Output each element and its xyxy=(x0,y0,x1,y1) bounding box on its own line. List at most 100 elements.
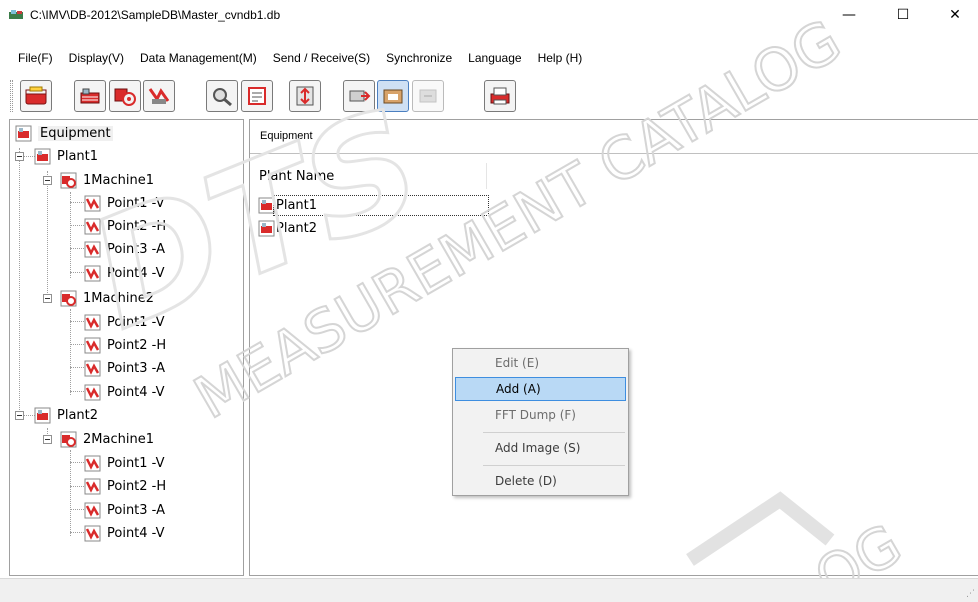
collapse-toggle[interactable] xyxy=(15,152,24,161)
tree-line xyxy=(70,367,84,368)
tree-item-point[interactable]: Point4 -V xyxy=(84,522,165,544)
tree-item-point[interactable]: Point2 -H xyxy=(84,475,166,497)
tree-item-point[interactable]: Point3 -A xyxy=(84,357,165,379)
route-list-button[interactable] xyxy=(241,80,273,112)
tree-item-point[interactable]: Point1 -V xyxy=(84,311,165,333)
tree-item-point[interactable]: Point1 -V xyxy=(84,192,165,214)
list-row-plant2[interactable]: Plant2 xyxy=(258,217,317,239)
tree-item-2machine1[interactable]: 2Machine1 xyxy=(60,428,154,450)
context-menu-add-image[interactable]: Add Image (S) xyxy=(455,436,626,460)
tree-item-point[interactable]: Point3 -A xyxy=(84,499,165,521)
receive-device-icon xyxy=(383,89,403,104)
measurement-point-icon xyxy=(148,88,170,104)
sensor-search-button[interactable] xyxy=(206,80,238,112)
point-icon xyxy=(84,218,101,234)
machine-settings-button[interactable] xyxy=(109,80,141,112)
send-device-button[interactable] xyxy=(343,80,375,112)
maximize-icon: ☐ xyxy=(896,7,910,23)
plant-equipment-icon xyxy=(80,88,100,104)
equipment-tree[interactable]: Equipment Plant1 1Machine1 Point1 -V Poi… xyxy=(9,119,244,576)
menu-language[interactable]: Language xyxy=(460,51,529,65)
tree-item-label: Point4 -V xyxy=(107,265,165,281)
plant-button[interactable] xyxy=(74,80,106,112)
sync-device-icon xyxy=(419,89,437,103)
tree-line xyxy=(70,462,84,463)
receive-device-button[interactable] xyxy=(377,80,409,112)
context-menu-fft-dump[interactable]: FFT Dump (F) xyxy=(455,403,626,427)
print-report-button[interactable] xyxy=(484,80,516,112)
open-database-button[interactable] xyxy=(20,80,52,112)
tree-item-point[interactable]: Point2 -H xyxy=(84,215,166,237)
machine-settings-icon xyxy=(114,88,136,106)
collapse-toggle[interactable] xyxy=(43,294,52,303)
tree-item-1machine1[interactable]: 1Machine1 xyxy=(60,169,154,191)
tree-item-label: Point2 -H xyxy=(107,218,167,234)
tree-line xyxy=(19,148,20,416)
point-icon xyxy=(84,384,101,400)
tree-item-point[interactable]: Point1 -V xyxy=(84,452,165,474)
equipment-header: Equipment xyxy=(250,120,978,154)
point-icon xyxy=(84,360,101,376)
context-menu-edit[interactable]: Edit (E) xyxy=(455,351,626,375)
collapse-toggle[interactable] xyxy=(43,435,52,444)
tree-line xyxy=(70,509,84,510)
status-bar: ⋰ xyxy=(0,578,978,602)
menu-send-receive[interactable]: Send / Receive(S) xyxy=(265,51,378,65)
equipment-header-label: Equipment xyxy=(260,130,313,142)
column-header-plant-name[interactable]: Plant Name xyxy=(259,169,334,184)
plant-icon xyxy=(258,220,275,236)
tree-item-plant1[interactable]: Plant1 xyxy=(34,145,98,167)
tree-item-label: 1Machine2 xyxy=(83,290,154,306)
sync-device-button[interactable] xyxy=(412,80,444,112)
tree-line xyxy=(70,272,84,273)
machine-icon xyxy=(60,290,77,306)
tree-item-label: Point2 -H xyxy=(107,337,167,353)
menu-help[interactable]: Help (H) xyxy=(530,51,591,65)
menu-synchronize[interactable]: Synchronize xyxy=(378,51,460,65)
tree-item-plant2[interactable]: Plant2 xyxy=(34,404,98,426)
column-divider[interactable] xyxy=(486,163,487,189)
point-icon xyxy=(84,241,101,257)
context-menu-separator xyxy=(483,465,625,466)
tree-line xyxy=(70,225,84,226)
point-icon xyxy=(84,314,101,330)
collapse-toggle[interactable] xyxy=(43,176,52,185)
measurement-point-button[interactable] xyxy=(143,80,175,112)
toolbar-grip[interactable] xyxy=(10,80,13,112)
tree-line xyxy=(70,248,84,249)
tree-item-label: 1Machine1 xyxy=(83,172,154,188)
context-menu-delete[interactable]: Delete (D) xyxy=(455,469,626,493)
minimize-button[interactable]: — xyxy=(826,0,872,30)
tree-item-point[interactable]: Point4 -V xyxy=(84,381,165,403)
menu-data-management[interactable]: Data Management(M) xyxy=(132,51,265,65)
menu-file[interactable]: File(F) xyxy=(0,51,61,65)
tree-item-point[interactable]: Point4 -V xyxy=(84,262,165,284)
tree-item-label: Point4 -V xyxy=(107,384,165,400)
tree-item-label: Plant2 xyxy=(57,407,99,423)
point-icon xyxy=(84,455,101,471)
tree-line xyxy=(70,486,84,487)
tree-line xyxy=(70,321,84,322)
data-transfer-icon xyxy=(296,86,314,106)
tree-root-equipment[interactable]: Equipment xyxy=(15,122,113,144)
window-title: C:\IMV\DB-2012\SampleDB\Master_cvndb1.db xyxy=(30,8,281,22)
title-bar: C:\IMV\DB-2012\SampleDB\Master_cvndb1.db… xyxy=(0,0,978,30)
maximize-button[interactable]: ☐ xyxy=(880,0,926,30)
tree-item-point[interactable]: Point2 -H xyxy=(84,334,166,356)
tree-item-1machine2[interactable]: 1Machine2 xyxy=(60,287,154,309)
point-icon xyxy=(84,195,101,211)
tree-item-label: 2Machine1 xyxy=(83,431,154,447)
context-menu-separator xyxy=(483,432,625,433)
menu-display[interactable]: Display(V) xyxy=(61,51,132,65)
tree-item-point[interactable]: Point3 -A xyxy=(84,238,165,260)
toolbar xyxy=(10,76,570,116)
collapse-toggle[interactable] xyxy=(15,411,24,420)
close-button[interactable]: ✕ xyxy=(932,0,978,30)
app-icon xyxy=(9,10,23,19)
tree-line xyxy=(70,192,71,278)
data-transfer-button[interactable] xyxy=(289,80,321,112)
list-row-plant1[interactable]: Plant1 xyxy=(258,194,489,216)
context-menu-add[interactable]: Add (A) xyxy=(455,377,626,401)
resize-grip-icon[interactable]: ⋰ xyxy=(966,589,975,599)
close-icon: ✕ xyxy=(949,7,961,23)
